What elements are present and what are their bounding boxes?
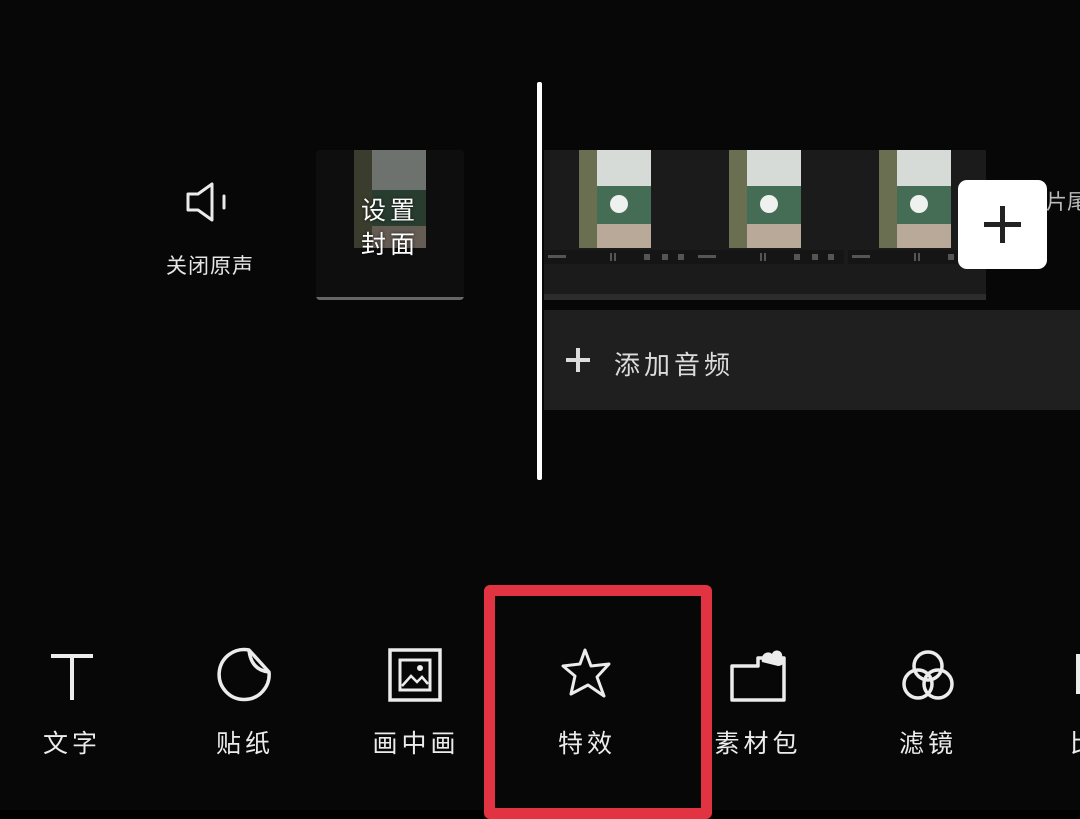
tool-label: 滤镜 — [898, 729, 957, 758]
effects-highlight-box — [484, 585, 712, 819]
material-pack-icon — [730, 650, 786, 702]
tool-label: 比 — [1070, 724, 1080, 760]
tool-filter[interactable]: 滤镜 — [868, 644, 988, 784]
frame-thumbnail — [579, 150, 651, 248]
cover-progress-bar — [316, 297, 464, 300]
add-clip-button[interactable] — [958, 180, 1047, 269]
add-ending-label[interactable]: 片尾 — [1046, 186, 1080, 216]
video-frame — [544, 150, 694, 300]
speaker-icon — [186, 182, 226, 222]
video-frame — [694, 150, 844, 300]
ratio-icon — [1076, 654, 1080, 694]
tool-label: 画中画 — [372, 729, 460, 758]
tool-label: 素材包 — [714, 729, 802, 758]
set-cover-button[interactable]: 设置 封面 — [316, 150, 464, 300]
frame-thumbnail — [879, 150, 951, 248]
sticker-icon — [217, 647, 271, 702]
add-audio-button[interactable]: 添加音频 — [544, 310, 1080, 410]
plus-icon — [984, 206, 1021, 243]
mute-label: 关闭原声 — [166, 254, 254, 278]
tool-material-pack[interactable]: 素材包 — [698, 644, 818, 784]
tool-ratio[interactable]: 比 — [1042, 644, 1080, 784]
picture-in-picture-icon — [388, 648, 442, 702]
video-track[interactable] — [544, 150, 986, 300]
tool-sticker[interactable]: 贴纸 — [185, 644, 305, 784]
tool-label: 文字 — [42, 729, 101, 758]
tool-picture-in-picture[interactable]: 画中画 — [356, 644, 476, 784]
filter-icon — [902, 650, 954, 700]
playhead[interactable] — [537, 82, 542, 480]
frame-thumbnail — [729, 150, 801, 248]
text-icon — [51, 654, 93, 700]
cover-label-line2: 封面 — [360, 230, 419, 259]
video-track-strip — [544, 294, 986, 300]
mute-original-audio-button[interactable]: 关闭原声 — [150, 172, 270, 282]
frame-controls — [544, 250, 694, 264]
frame-controls — [694, 250, 844, 264]
tool-text[interactable]: 文字 — [12, 644, 132, 784]
add-audio-label: 添加音频 — [614, 351, 735, 381]
tool-label: 贴纸 — [215, 729, 274, 758]
plus-icon — [566, 348, 590, 372]
cover-label-line1: 设置 — [360, 196, 419, 225]
